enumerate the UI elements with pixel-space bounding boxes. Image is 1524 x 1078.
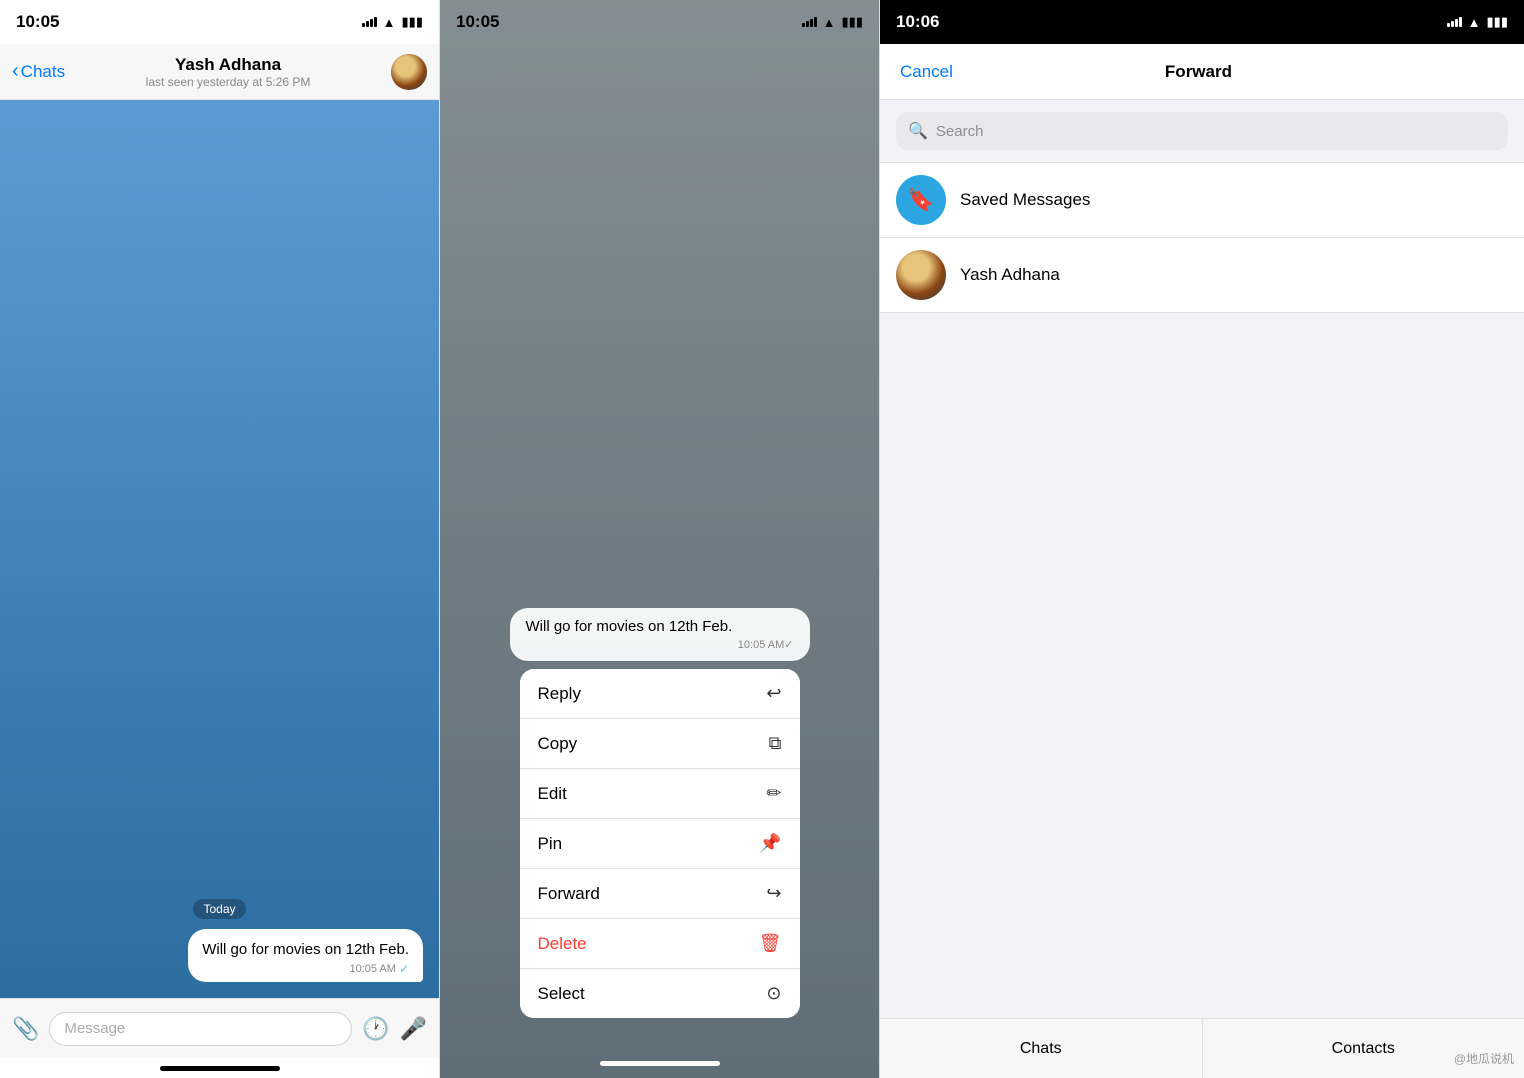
- emoji-icon[interactable]: 🕐: [362, 1016, 389, 1042]
- yash-name: Yash Adhana: [960, 265, 1060, 285]
- yash-avatar: [896, 250, 946, 300]
- pin-icon: 📌: [759, 833, 781, 854]
- back-chevron-icon: ‹: [12, 60, 19, 83]
- message-tick-icon: ✓: [399, 962, 409, 976]
- reply-icon: ↩: [766, 683, 781, 704]
- delete-icon: 🗑: [759, 933, 782, 954]
- watermark-text: @地瓜说机: [1454, 1052, 1514, 1066]
- status-bar-3: 10:06 ▲ ▮▮▮: [880, 0, 1524, 44]
- select-icon: ⊙: [766, 983, 781, 1004]
- home-bar-2: [600, 1061, 720, 1066]
- forward-list: 🔖 Saved Messages Yash Adhana: [880, 162, 1524, 313]
- edit-icon: ✏: [766, 783, 781, 804]
- back-button[interactable]: ‹ Chats: [12, 60, 65, 83]
- chat-header-center: Yash Adhana last seen yesterday at 5:26 …: [73, 55, 383, 89]
- forward-item-yash[interactable]: Yash Adhana: [880, 238, 1524, 312]
- signal-icon-3: [1447, 17, 1462, 27]
- chat-body: Today Will go for movies on 12th Feb. 10…: [0, 100, 439, 998]
- contact-status: last seen yesterday at 5:26 PM: [146, 75, 311, 89]
- attachment-icon[interactable]: 📎: [12, 1016, 39, 1042]
- forward-title: Forward: [1165, 62, 1232, 82]
- search-icon: 🔍: [908, 121, 928, 141]
- message-time: 10:05 AM: [349, 963, 395, 975]
- tab-chats[interactable]: Chats: [880, 1019, 1203, 1078]
- status-time-3: 10:06: [896, 12, 939, 32]
- menu-label-copy: Copy: [538, 734, 578, 754]
- menu-item-forward[interactable]: Forward ↪: [520, 869, 800, 919]
- context-menu-panel: 10:05 ▲ ▮▮▮ Will go for movies on 12th F…: [440, 0, 880, 1078]
- preview-meta: 10:05 AM✓: [526, 638, 794, 651]
- battery-icon-1: ▮▮▮: [402, 14, 423, 30]
- context-overlay: Will go for movies on 12th Feb. 10:05 AM…: [440, 0, 879, 1078]
- message-bubble[interactable]: Will go for movies on 12th Feb. 10:05 AM…: [188, 929, 423, 982]
- date-badge: Today: [193, 899, 245, 919]
- forward-header: Cancel Forward: [880, 44, 1524, 100]
- saved-messages-avatar: 🔖: [896, 175, 946, 225]
- menu-label-delete: Delete: [538, 934, 587, 954]
- home-bar-1: [160, 1066, 280, 1071]
- tab-contacts[interactable]: Contacts: [1203, 1019, 1524, 1078]
- preview-text: Will go for movies on 12th Feb.: [526, 618, 733, 635]
- status-bar-1: 10:05 ▲ ▮▮▮: [0, 0, 439, 44]
- forward-icon: ↪: [766, 883, 781, 904]
- search-bar[interactable]: 🔍 Search: [896, 112, 1508, 150]
- message-text: Will go for movies on 12th Feb.: [202, 941, 409, 958]
- menu-label-edit: Edit: [538, 784, 567, 804]
- avatar-image: [391, 54, 427, 90]
- tab-contacts-label: Contacts: [1332, 1040, 1395, 1058]
- back-label[interactable]: Chats: [21, 62, 65, 82]
- menu-item-pin[interactable]: Pin 📌: [520, 819, 800, 869]
- menu-item-select[interactable]: Select ⊙: [520, 969, 800, 1018]
- message-placeholder: Message: [64, 1020, 125, 1037]
- forward-item-saved[interactable]: 🔖 Saved Messages: [880, 163, 1524, 238]
- context-menu: Reply ↩ Copy ⧉ Edit ✏ Pin 📌 Forward ↪ De…: [520, 669, 800, 1018]
- wifi-icon-3: ▲: [1468, 15, 1481, 30]
- menu-label-select: Select: [538, 984, 585, 1004]
- mic-icon[interactable]: 🎤: [400, 1016, 427, 1042]
- status-icons-1: ▲ ▮▮▮: [362, 14, 423, 30]
- bookmark-icon: 🔖: [907, 187, 934, 213]
- saved-messages-name: Saved Messages: [960, 190, 1090, 210]
- menu-label-forward: Forward: [538, 884, 600, 904]
- menu-item-copy[interactable]: Copy ⧉: [520, 719, 800, 769]
- wifi-icon-1: ▲: [383, 15, 396, 30]
- signal-icon-1: [362, 17, 377, 27]
- chat-panel: 10:05 ▲ ▮▮▮ ‹ Chats Yash Adhana last see…: [0, 0, 440, 1078]
- avatar[interactable]: [391, 54, 427, 90]
- message-meta: 10:05 AM ✓: [202, 962, 409, 976]
- preview-time: 10:05 AM✓: [738, 638, 794, 651]
- contact-name: Yash Adhana: [175, 55, 281, 75]
- status-icons-3: ▲ ▮▮▮: [1447, 14, 1508, 30]
- menu-label-reply: Reply: [538, 684, 581, 704]
- message-preview: Will go for movies on 12th Feb. 10:05 AM…: [510, 608, 810, 661]
- forward-panel: 10:06 ▲ ▮▮▮ Cancel Forward 🔍 Search 🔖 Sa…: [880, 0, 1524, 1078]
- chat-input-bar: 📎 Message 🕐 🎤: [0, 998, 439, 1058]
- tab-chats-label: Chats: [1020, 1040, 1062, 1058]
- copy-icon: ⧉: [769, 733, 782, 754]
- tab-bar: Chats Contacts: [880, 1018, 1524, 1078]
- status-time-1: 10:05: [16, 12, 59, 32]
- menu-item-reply[interactable]: Reply ↩: [520, 669, 800, 719]
- search-placeholder: Search: [936, 123, 984, 140]
- home-indicator-2: [440, 1048, 879, 1078]
- watermark: @地瓜说机: [1454, 1050, 1514, 1068]
- menu-item-delete[interactable]: Delete 🗑: [520, 919, 800, 969]
- menu-item-edit[interactable]: Edit ✏: [520, 769, 800, 819]
- home-indicator-1: [0, 1058, 439, 1078]
- cancel-button[interactable]: Cancel: [900, 62, 953, 82]
- battery-icon-3: ▮▮▮: [1487, 14, 1508, 30]
- menu-label-pin: Pin: [538, 834, 563, 854]
- chat-header: ‹ Chats Yash Adhana last seen yesterday …: [0, 44, 439, 100]
- message-input[interactable]: Message: [49, 1012, 352, 1046]
